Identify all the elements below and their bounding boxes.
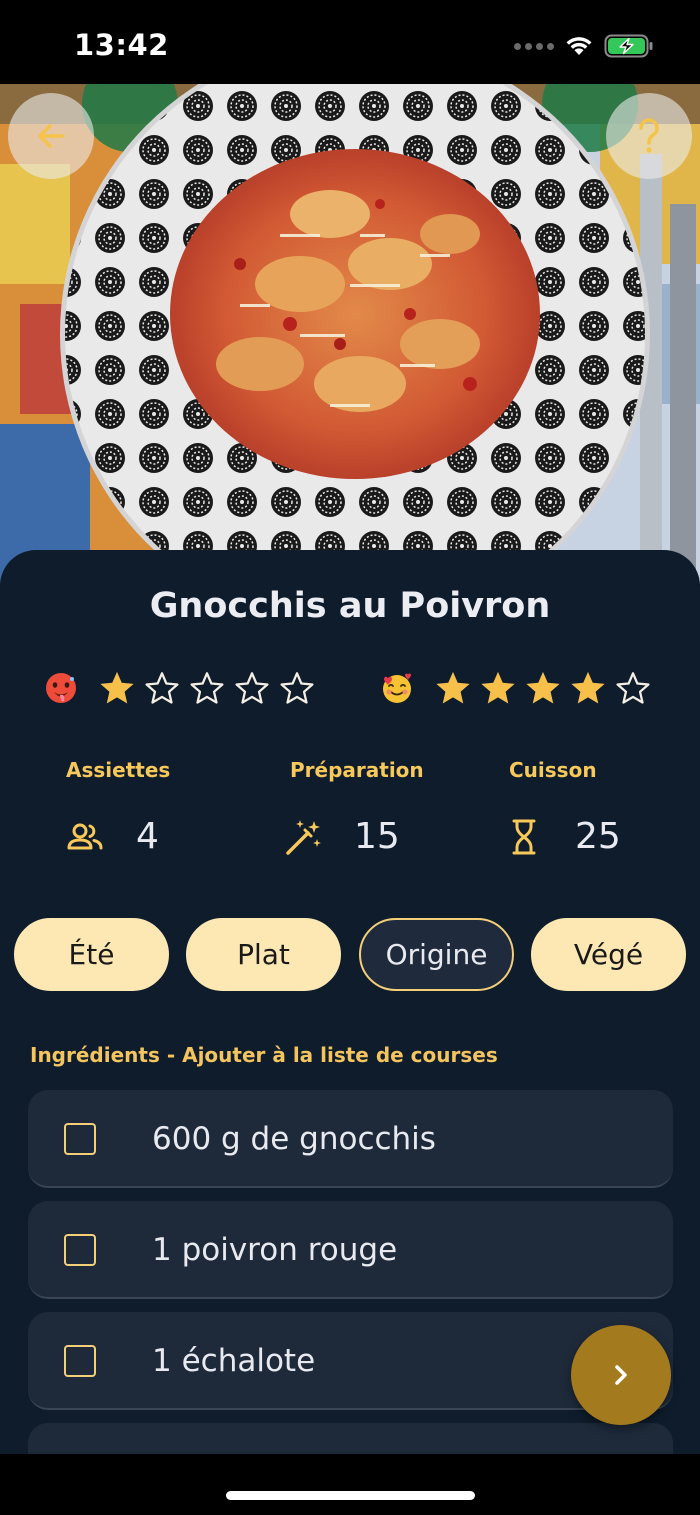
help-button[interactable] — [606, 93, 692, 179]
servings-value: 4 — [136, 816, 159, 857]
ingredient-checkbox[interactable] — [64, 1345, 96, 1377]
preparation-label: Préparation — [290, 758, 424, 782]
spiciness-stars — [98, 669, 316, 707]
signal-dots-icon — [514, 42, 554, 50]
tag-ete[interactable]: Été — [14, 918, 169, 991]
recipe-details-sheet: Gnocchis au Poivron Assiettes 4 Préparat… — [0, 550, 700, 1454]
hot-face-emoji-icon — [46, 673, 76, 703]
smiling-face-with-hearts-emoji-icon — [383, 673, 411, 703]
spiciness-rating[interactable] — [44, 666, 316, 710]
battery-charging-icon — [604, 34, 653, 58]
servings-info: Assiettes 4 — [66, 758, 266, 857]
star-filled-icon[interactable] — [479, 669, 517, 707]
question-mark-icon — [639, 118, 659, 153]
ingredient-checkbox[interactable] — [64, 1123, 96, 1155]
servings-row: 4 — [66, 816, 159, 857]
home-indicator[interactable] — [226, 1491, 475, 1500]
star-outline-icon[interactable] — [278, 669, 316, 707]
status-icons — [514, 32, 654, 60]
star-outline-icon[interactable] — [143, 669, 181, 707]
preparation-info: Préparation 15 — [286, 758, 490, 857]
servings-label: Assiettes — [66, 758, 171, 782]
cooking-info: Cuisson 25 — [509, 758, 700, 857]
star-outline-icon[interactable] — [614, 669, 652, 707]
star-filled-icon[interactable] — [98, 669, 136, 707]
arrow-left-icon — [38, 124, 65, 148]
preparation-row: 15 — [284, 816, 400, 857]
cooking-label: Cuisson — [509, 758, 597, 782]
star-filled-icon[interactable] — [569, 669, 607, 707]
chevron-right-icon — [615, 1365, 627, 1385]
ingredient-item[interactable]: 1 poivron rouge — [28, 1201, 673, 1299]
recipe-photo — [0, 84, 700, 584]
ingredient-item-partial[interactable] — [28, 1423, 673, 1454]
ingredient-item[interactable]: 600 g de gnocchis — [28, 1090, 673, 1188]
back-button[interactable] — [8, 93, 94, 179]
cooking-row: 25 — [511, 816, 621, 857]
star-filled-icon[interactable] — [434, 669, 472, 707]
hourglass-icon — [512, 819, 536, 854]
tag-plat[interactable]: Plat — [186, 918, 341, 991]
magic-wand-icon — [286, 819, 321, 855]
next-button[interactable] — [571, 1325, 671, 1425]
liking-stars — [434, 669, 652, 707]
ingredient-label: 600 g de gnocchis — [152, 1121, 436, 1157]
recipe-tags: Été Plat Origine Végé — [14, 918, 686, 992]
liking-rating[interactable] — [380, 666, 652, 710]
people-icon — [67, 823, 103, 849]
wifi-icon — [566, 37, 592, 55]
status-time: 13:42 — [74, 28, 169, 62]
ingredient-checkbox[interactable] — [64, 1234, 96, 1266]
ingredient-label: 1 échalote — [152, 1343, 316, 1379]
ingredients-add-to-list-link[interactable]: Ingrédients - Ajouter à la liste de cour… — [30, 1043, 498, 1067]
star-outline-icon[interactable] — [188, 669, 226, 707]
tag-vege[interactable]: Végé — [531, 918, 686, 991]
status-bar: 13:42 — [0, 0, 700, 84]
cooking-value: 25 — [575, 816, 621, 857]
star-filled-icon[interactable] — [524, 669, 562, 707]
star-outline-icon[interactable] — [233, 669, 271, 707]
tag-origine[interactable]: Origine — [359, 918, 514, 991]
preparation-value: 15 — [354, 816, 400, 857]
recipe-title: Gnocchis au Poivron — [149, 586, 551, 626]
ingredient-label: 1 poivron rouge — [152, 1232, 398, 1268]
bottom-bar — [0, 1454, 700, 1515]
recipe-photo-illustration — [0, 84, 700, 584]
